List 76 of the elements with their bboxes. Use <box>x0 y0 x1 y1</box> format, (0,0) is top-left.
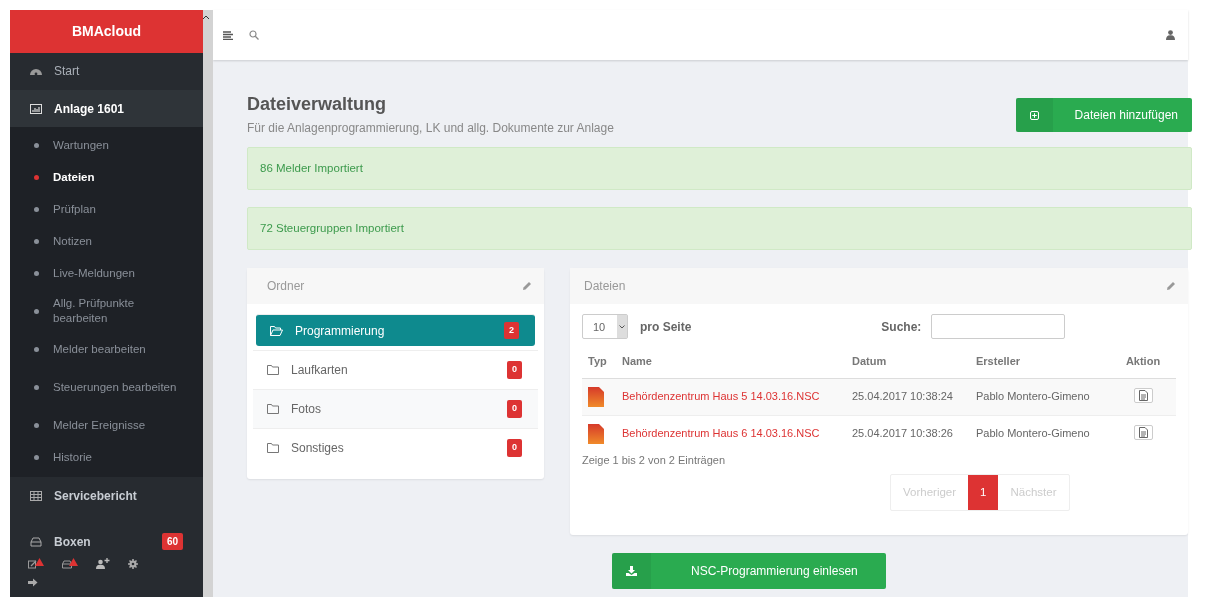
add-user-icon[interactable] <box>96 558 110 570</box>
page-subtitle: Für die Anlagenprogrammierung, LK und allg. Dokumente zur Anlage <box>247 119 614 137</box>
add-files-button[interactable]: Dateien hinzufügen <box>1015 98 1192 132</box>
table-cell: Pablo Montero-Gimeno <box>970 378 1110 416</box>
chevron-down-icon <box>619 324 625 329</box>
success-alert: 86 Melder Importiert <box>247 146 1192 190</box>
sidebar-subitem[interactable]: Prüfplan <box>10 193 203 226</box>
view-button[interactable] <box>1133 424 1153 440</box>
document-icon <box>1138 426 1148 438</box>
per-page-select[interactable]: 10 <box>582 314 628 340</box>
folder-item[interactable]: Sonstiges 0 <box>253 428 538 468</box>
box-warning-icon[interactable] <box>62 558 78 570</box>
sidebar-subitem[interactable]: Live-Meldungen <box>10 257 203 290</box>
scrollbar[interactable] <box>203 10 213 597</box>
user-icon[interactable] <box>1166 30 1175 40</box>
pencil-icon[interactable] <box>1166 281 1176 292</box>
column-header: Name <box>616 345 846 379</box>
sidebar-item[interactable]: Anlage 1601 <box>10 89 203 128</box>
document-icon <box>1138 389 1148 401</box>
column-header: Typ <box>582 345 616 379</box>
count-badge: 2 <box>504 321 519 340</box>
sidebar-subitem[interactable]: Wartungen <box>10 129 203 162</box>
chart-icon <box>30 103 42 114</box>
success-alert: 72 Steuergruppen Importiert <box>247 206 1192 251</box>
logout-icon[interactable] <box>28 578 38 588</box>
panel-title: Dateien <box>584 278 626 296</box>
plus-square-icon <box>1029 110 1039 120</box>
menu-icon[interactable] <box>223 30 233 40</box>
search-label: Suche: <box>881 318 922 336</box>
pencil-icon[interactable] <box>522 281 532 292</box>
settings-icon[interactable] <box>128 558 138 569</box>
import-button[interactable]: NSC-Programmierung einlesen <box>612 553 886 590</box>
count-badge: 0 <box>507 400 522 418</box>
table-icon <box>30 491 42 502</box>
column-header: Datum <box>846 345 970 379</box>
sidebar-subitem[interactable]: Allg. Prüfpunkte bearbeiten <box>10 289 203 334</box>
view-button[interactable] <box>1133 387 1153 403</box>
count-badge: 0 <box>507 439 522 457</box>
file-icon <box>588 423 604 444</box>
table-cell: 25.04.2017 10:38:26 <box>846 415 970 452</box>
sidebar-item[interactable]: Start <box>10 52 203 90</box>
table-cell: 25.04.2017 10:38:24 <box>846 378 970 416</box>
sidebar-subitem[interactable]: Melder bearbeiten <box>10 333 203 366</box>
notification-badge: 60 <box>161 533 183 551</box>
folder-item[interactable]: Fotos 0 <box>253 389 538 429</box>
table-info: Zeige 1 bis 2 von 2 Einträgen <box>582 452 727 468</box>
inbox-icon <box>30 536 42 547</box>
file-link[interactable]: Behördenzentrum Haus 6 14.03.16.NSC <box>622 427 820 440</box>
dashboard-icon <box>30 66 42 77</box>
brand-logo[interactable]: BMAcloud <box>10 10 203 53</box>
per-page-label: pro Seite <box>640 318 692 336</box>
search-icon[interactable] <box>249 30 259 40</box>
sidebar-subitem[interactable]: Steuerungen bearbeiten <box>10 365 203 410</box>
caret-up-icon[interactable] <box>202 14 210 20</box>
folder-icon <box>270 325 283 336</box>
folder-icon <box>267 443 279 454</box>
sidebar-subitem[interactable]: Historie <box>10 441 203 474</box>
column-header: Ersteller <box>970 345 1110 379</box>
panel-title: Ordner <box>267 278 305 296</box>
page-title: Dateiverwaltung <box>247 94 388 116</box>
sidebar-subitem[interactable]: Melder Ereignisse <box>10 409 203 442</box>
count-badge: 0 <box>507 361 522 379</box>
edit-warning-icon[interactable] <box>28 558 44 570</box>
sidebar-subitem[interactable]: Dateien <box>10 161 203 194</box>
column-header: Aktion <box>1110 345 1176 379</box>
folder-icon <box>267 365 279 376</box>
download-icon <box>626 566 637 577</box>
page-link[interactable]: 1 <box>968 475 999 511</box>
file-icon <box>588 386 604 407</box>
table-cell: Pablo Montero-Gimeno <box>970 415 1110 452</box>
folder-icon <box>267 404 279 415</box>
sidebar-subitem[interactable]: Notizen <box>10 225 203 258</box>
sidebar-item[interactable]: Servicebericht <box>10 477 203 515</box>
search-field[interactable] <box>931 314 1066 340</box>
sidebar-item[interactable]: Boxen 60 <box>10 528 203 555</box>
folder-item[interactable]: Programmierung 2 <box>256 314 535 347</box>
